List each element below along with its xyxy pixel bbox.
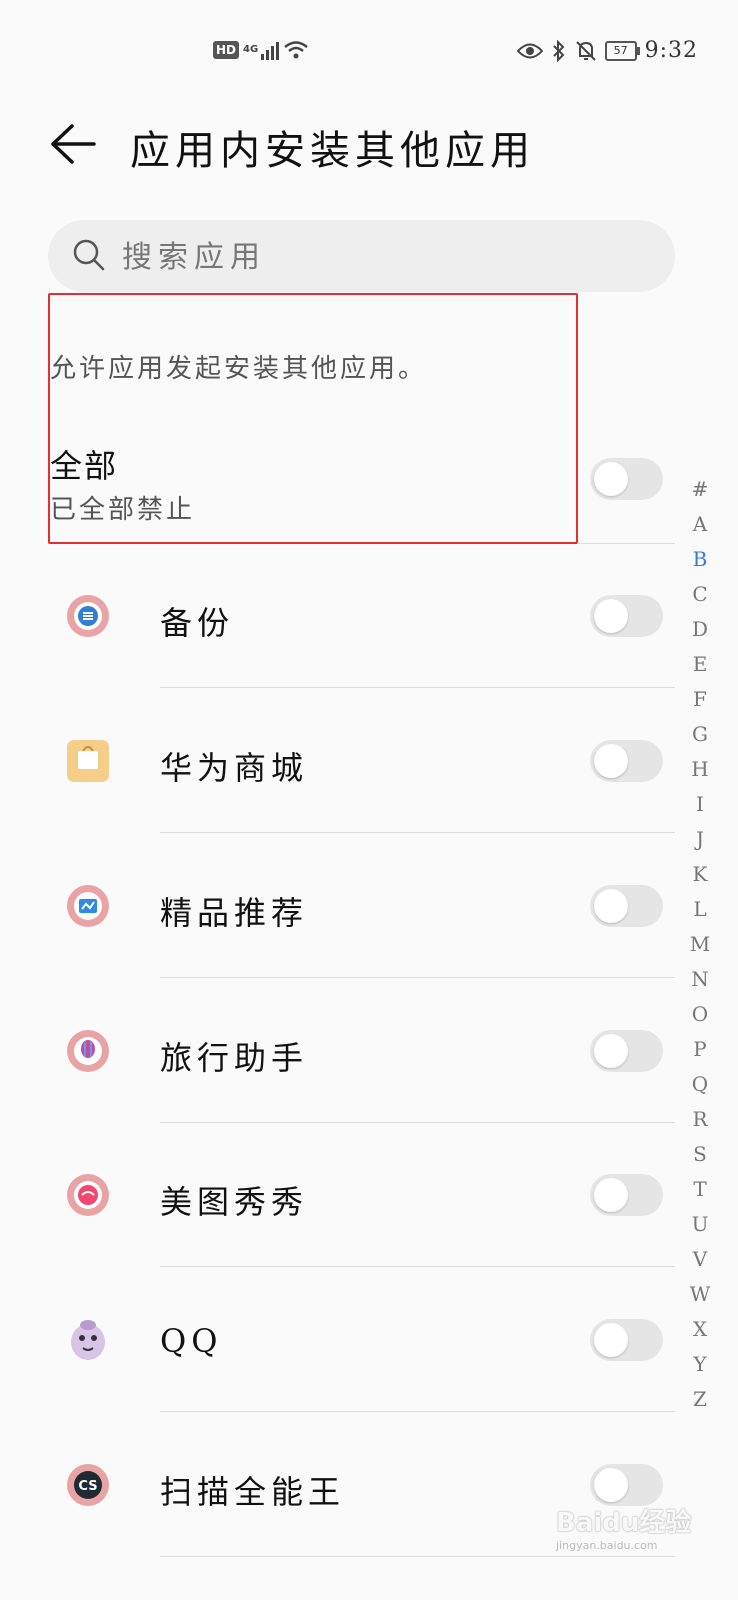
app-toggle[interactable] bbox=[590, 1174, 663, 1216]
app-toggle[interactable] bbox=[590, 1464, 663, 1506]
index-letter[interactable]: Q bbox=[686, 1067, 714, 1102]
toggle-knob bbox=[594, 1323, 628, 1357]
toggle-knob bbox=[594, 1178, 628, 1212]
alphabet-index[interactable]: # A B C D E F G H I J K L M N O P Q R S T U V W X Y Z bbox=[686, 472, 714, 1417]
app-toggle[interactable] bbox=[590, 595, 663, 637]
toggle-knob bbox=[594, 744, 628, 778]
index-letter[interactable]: T bbox=[686, 1172, 714, 1207]
page-title: 应用内安装其他应用 bbox=[130, 128, 535, 174]
wifi-icon bbox=[284, 41, 308, 59]
index-letter[interactable]: C bbox=[686, 577, 714, 612]
index-letter[interactable]: K bbox=[686, 857, 714, 892]
index-letter[interactable]: H bbox=[686, 752, 714, 787]
search-input[interactable] bbox=[120, 226, 644, 288]
network-type: 4G bbox=[243, 44, 259, 55]
app-label: 旅行助手 bbox=[160, 1039, 309, 1077]
index-letter[interactable]: P bbox=[686, 1032, 714, 1067]
description-text: 允许应用发起安装其他应用。 bbox=[50, 354, 428, 384]
search-icon bbox=[73, 239, 105, 271]
bluetooth-icon bbox=[552, 39, 565, 62]
app-label: QQ bbox=[160, 1322, 223, 1360]
app-label: 扫描全能王 bbox=[160, 1473, 346, 1511]
eye-icon bbox=[516, 43, 543, 58]
huawei-mall-icon[interactable] bbox=[66, 739, 110, 783]
all-apps-title: 全部 bbox=[50, 447, 119, 485]
index-letter[interactable]: M bbox=[686, 927, 714, 962]
index-letter[interactable]: L bbox=[686, 892, 714, 927]
index-letter[interactable]: R bbox=[686, 1102, 714, 1137]
qq-icon[interactable] bbox=[66, 1318, 110, 1362]
index-letter[interactable]: U bbox=[686, 1207, 714, 1242]
app-label: 备份 bbox=[160, 604, 235, 642]
recommend-icon[interactable] bbox=[66, 884, 110, 928]
back-arrow-icon[interactable] bbox=[48, 122, 98, 166]
svg-text:CS: CS bbox=[78, 1479, 97, 1494]
divider bbox=[160, 1411, 675, 1412]
app-label: 华为商城 bbox=[160, 749, 309, 787]
index-letter[interactable]: G bbox=[686, 717, 714, 752]
index-letter[interactable]: W bbox=[686, 1277, 714, 1312]
index-letter[interactable]: E bbox=[686, 647, 714, 682]
index-letter[interactable]: A bbox=[686, 507, 714, 542]
app-toggle[interactable] bbox=[590, 885, 663, 927]
divider bbox=[160, 977, 675, 978]
divider bbox=[160, 1556, 675, 1557]
watermark: Baidu经验 jingyan.baidu.com bbox=[556, 1502, 691, 1552]
all-apps-status: 已全部禁止 bbox=[50, 495, 196, 525]
index-letter[interactable]: N bbox=[686, 962, 714, 997]
divider bbox=[160, 832, 675, 833]
index-letter[interactable]: O bbox=[686, 997, 714, 1032]
index-letter[interactable]: Z bbox=[686, 1382, 714, 1417]
app-toggle[interactable] bbox=[590, 740, 663, 782]
status-bar: HD 4G 57 9:32 bbox=[0, 0, 738, 100]
toggle-knob bbox=[594, 1468, 628, 1502]
index-letter[interactable]: F bbox=[686, 682, 714, 717]
toggle-knob bbox=[594, 1034, 628, 1068]
app-toggle[interactable] bbox=[590, 1319, 663, 1361]
index-letter[interactable]: # bbox=[686, 472, 714, 507]
app-label: 精品推荐 bbox=[160, 894, 309, 932]
watermark-sub: jingyan.baidu.com bbox=[556, 1539, 658, 1552]
divider bbox=[160, 687, 675, 688]
travel-icon[interactable] bbox=[66, 1029, 110, 1073]
toggle-knob bbox=[594, 462, 628, 496]
divider bbox=[48, 543, 675, 544]
bell-off-icon bbox=[575, 40, 596, 61]
index-letter[interactable]: S bbox=[686, 1137, 714, 1172]
all-apps-toggle[interactable] bbox=[590, 458, 663, 500]
index-letter[interactable]: J bbox=[686, 822, 714, 857]
clock: 9:32 bbox=[644, 38, 698, 63]
index-letter[interactable]: B bbox=[686, 542, 714, 577]
index-letter[interactable]: V bbox=[686, 1242, 714, 1277]
index-letter[interactable]: X bbox=[686, 1312, 714, 1347]
status-right: 57 9:32 bbox=[516, 38, 698, 63]
divider bbox=[160, 1122, 675, 1123]
signal-icon bbox=[261, 40, 280, 60]
toggle-knob bbox=[594, 599, 628, 633]
battery-icon: 57 bbox=[604, 40, 640, 61]
status-left: HD 4G bbox=[213, 40, 309, 60]
index-letter[interactable]: I bbox=[686, 787, 714, 822]
hd-badge: HD bbox=[213, 41, 240, 59]
app-toggle[interactable] bbox=[590, 1030, 663, 1072]
divider bbox=[160, 1266, 675, 1267]
watermark-main: Baidu经验 bbox=[556, 1508, 692, 1538]
backup-icon[interactable] bbox=[66, 594, 110, 638]
camscanner-icon[interactable]: CS bbox=[66, 1463, 110, 1507]
toggle-knob bbox=[594, 889, 628, 923]
meitu-icon[interactable] bbox=[66, 1173, 110, 1217]
app-label: 美图秀秀 bbox=[160, 1183, 309, 1221]
index-letter[interactable]: D bbox=[686, 612, 714, 647]
index-letter[interactable]: Y bbox=[686, 1347, 714, 1382]
